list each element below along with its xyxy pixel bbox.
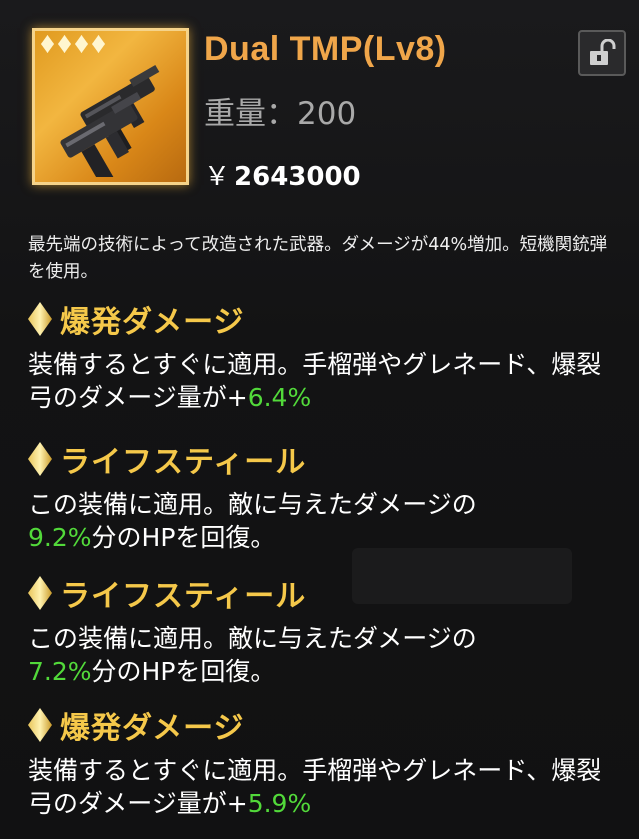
effect-value: 5.9% bbox=[247, 789, 312, 818]
effect-value: 6.4% bbox=[247, 383, 312, 412]
effect-value: 7.2% bbox=[28, 657, 92, 686]
effect-section: 爆発ダメージ 装備するとすぐに適用。手榴弾やグレネード、爆裂弓のダメージ量が+6… bbox=[28, 298, 623, 414]
item-weight: 重量：200 bbox=[204, 96, 357, 132]
item-name: Dual TMP(Lv8) bbox=[204, 30, 447, 68]
effect-body: 装備するとすぐに適用。手榴弾やグレネード、爆裂弓のダメージ量が+5.9% bbox=[28, 756, 602, 818]
rarity-stars bbox=[41, 35, 105, 53]
effect-body: この装備に適用。敵に与えたダメージの 7.2%分のHPを回復。 bbox=[28, 624, 477, 686]
effect-diamond-icon bbox=[28, 708, 52, 742]
submachine-gun-icon bbox=[60, 64, 160, 177]
lock-toggle-button[interactable] bbox=[578, 30, 626, 76]
item-icon-frame bbox=[32, 28, 189, 185]
effect-section: 爆発ダメージ 装備するとすぐに適用。手榴弾やグレネード、爆裂弓のダメージ量が+5… bbox=[28, 704, 623, 820]
effect-title: ライフスティール bbox=[60, 579, 307, 614]
effect-body: この装備に適用。敵に与えたダメージの 9.2%分のHPを回復。 bbox=[28, 490, 477, 552]
effect-diamond-icon bbox=[28, 302, 52, 336]
item-description: 最先端の技術によって改造された武器。ダメージが44%増加。短機関銃弾を使用。 bbox=[28, 235, 608, 282]
effect-title: 爆発ダメージ bbox=[60, 711, 245, 746]
price-value: 2643000 bbox=[234, 162, 361, 192]
rarity-diamond-icon bbox=[58, 35, 71, 53]
effect-body: 装備するとすぐに適用。手榴弾やグレネード、爆裂弓のダメージ量が+6.4% bbox=[28, 350, 602, 412]
item-detail-panel: Dual TMP(Lv8) 重量：200 ￥ 2643000 最先端の技術によって… bbox=[0, 0, 639, 839]
effect-diamond-icon bbox=[28, 442, 52, 476]
currency-symbol: ￥ bbox=[204, 162, 231, 192]
item-price: ￥ 2643000 bbox=[204, 156, 361, 193]
effect-value: 9.2% bbox=[28, 523, 92, 552]
unlock-icon bbox=[590, 39, 616, 65]
effect-section: ライフスティール この装備に適用。敵に与えたダメージの 9.2%分のHPを回復。 bbox=[28, 438, 623, 554]
effect-title: ライフスティール bbox=[60, 445, 307, 480]
effect-diamond-icon bbox=[28, 576, 52, 610]
rarity-diamond-icon bbox=[75, 35, 88, 53]
rarity-diamond-icon bbox=[41, 35, 54, 53]
rarity-diamond-icon bbox=[92, 35, 105, 53]
effect-title: 爆発ダメージ bbox=[60, 305, 245, 340]
effect-section: ライフスティール この装備に適用。敵に与えたダメージの 7.2%分のHPを回復。 bbox=[28, 572, 623, 688]
